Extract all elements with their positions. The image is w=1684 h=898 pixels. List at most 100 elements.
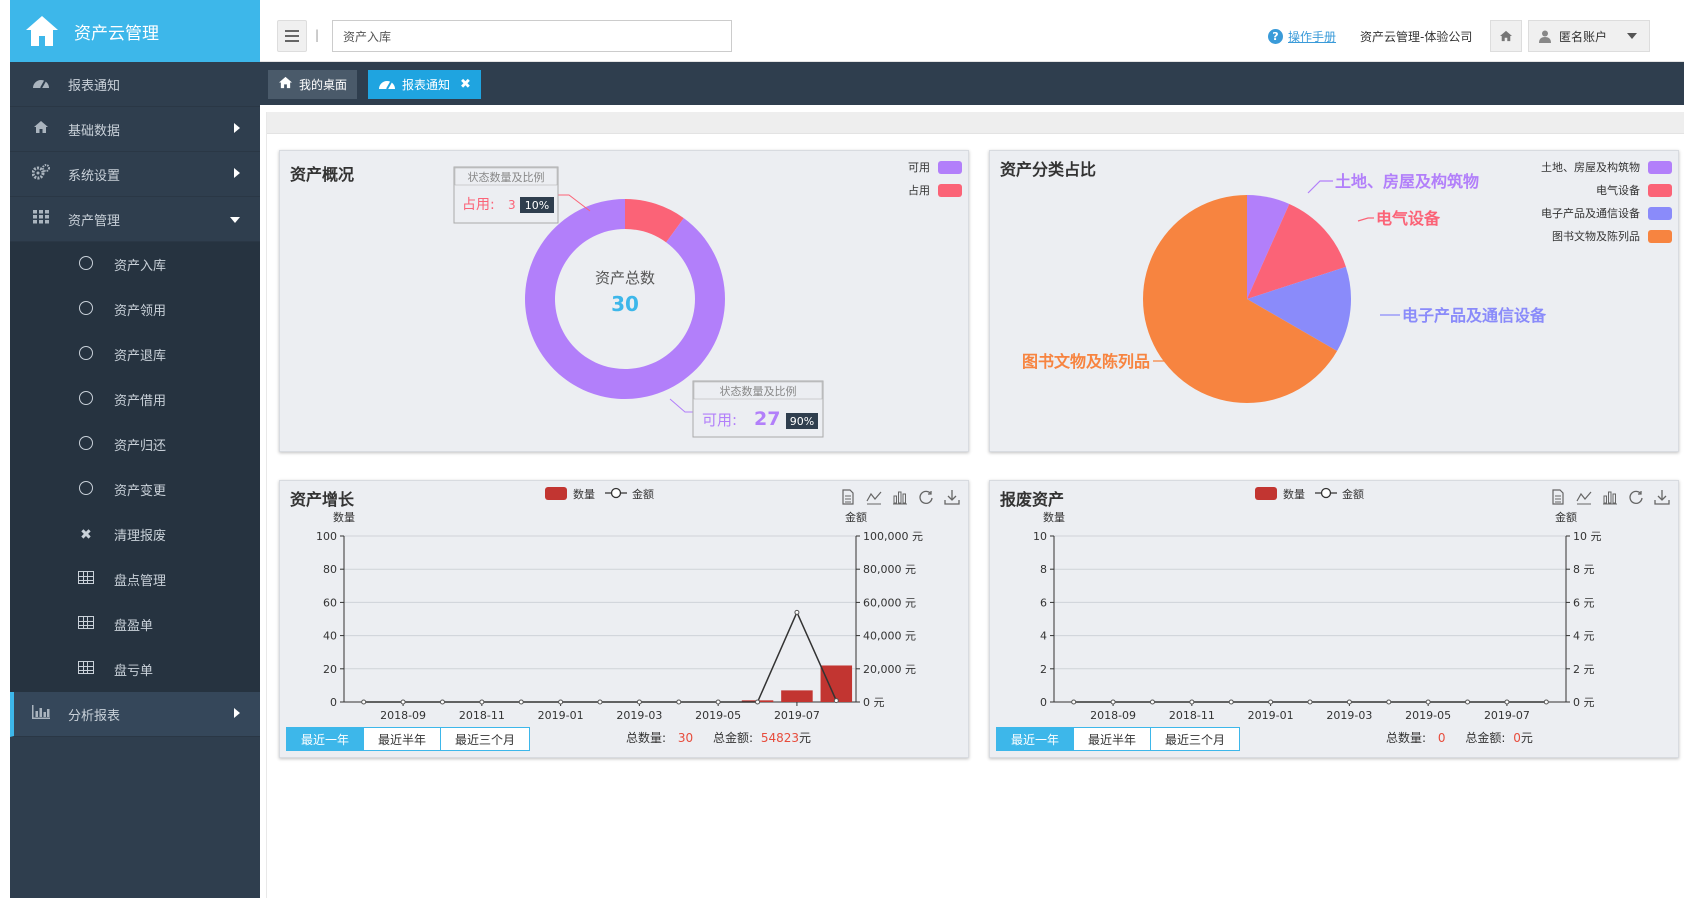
logo[interactable]: 资产云管理 (10, 0, 260, 62)
line-point-amount[interactable] (361, 699, 367, 705)
line-point-amount[interactable] (1228, 699, 1234, 705)
legend-label[interactable]: 电子产品及通信设备 (1541, 206, 1640, 220)
y-left-tick-label: 0 (330, 696, 337, 709)
refresh-icon[interactable] (918, 489, 934, 505)
data-view-icon[interactable] (1550, 489, 1566, 505)
line-point-amount[interactable] (597, 699, 603, 705)
sidebar-item-asset-management[interactable]: 资产管理 (10, 197, 260, 242)
y-left-title: 数量 (333, 511, 355, 524)
legend-label-qty[interactable]: 数量 (1283, 488, 1305, 501)
line-point-amount[interactable] (1189, 699, 1195, 705)
tab-my-desktop[interactable]: 我的桌面 (268, 70, 358, 99)
submenu-item-asset-in[interactable]: 资产入库 (10, 242, 260, 287)
app-title: 资产云管理 (74, 23, 159, 44)
line-point-amount[interactable] (1149, 699, 1155, 705)
sidebar-item-analysis-report[interactable]: 分析报表 (10, 692, 260, 737)
line-point-amount[interactable] (794, 609, 800, 615)
submenu-item-asset-return-stock[interactable]: 资产退库 (10, 332, 260, 377)
range-last-year-button[interactable]: 最近一年 (286, 727, 365, 751)
line-point-amount[interactable] (1543, 699, 1549, 705)
submenu-item-asset-change[interactable]: 资产变更 (10, 467, 260, 512)
legend-label-occupied[interactable]: 占用 (908, 183, 930, 197)
submenu-item-inventory[interactable]: 盘点管理 (10, 557, 260, 602)
submenu-item-asset-giveback[interactable]: 资产归还 (10, 422, 260, 467)
close-icon[interactable]: ✖ (460, 77, 471, 92)
question-icon: ? (1268, 29, 1283, 44)
submenu-item-asset-borrow[interactable]: 资产借用 (10, 377, 260, 422)
legend-label[interactable]: 电气设备 (1596, 183, 1640, 197)
line-point-amount[interactable] (715, 699, 721, 705)
sidebar-item-report-notice[interactable]: 报表通知 (10, 62, 260, 107)
y-right-tick-label: 80,000 元 (863, 563, 916, 576)
data-view-icon[interactable] (840, 489, 856, 505)
line-chart-switch-icon[interactable] (1576, 489, 1592, 505)
help-manual-link[interactable]: ? 操作手册 (1268, 28, 1336, 45)
line-point-amount[interactable] (518, 699, 524, 705)
line-point-amount[interactable] (833, 698, 839, 704)
search-input[interactable] (332, 20, 732, 52)
bar-qty[interactable] (820, 665, 853, 702)
submenu-item-inventory-loss[interactable]: 盘亏单 (10, 647, 260, 692)
tab-bar: 我的桌面 报表通知 ✖ (260, 62, 1684, 105)
legend-label[interactable]: 图书文物及陈列品 (1552, 229, 1640, 243)
range-last-half-year-button[interactable]: 最近半年 (1074, 727, 1152, 751)
line-point-amount[interactable] (755, 699, 761, 705)
caret-down-icon (1627, 33, 1637, 39)
legend-label-amt[interactable]: 金额 (1342, 487, 1364, 501)
line-point-amount[interactable] (558, 699, 564, 705)
line-point-amount[interactable] (1504, 699, 1510, 705)
app-root: 资产云管理 报表通知 基础数据 系统设置 资产管理 资产入库 资产领用 资产退库… (0, 0, 1684, 898)
sidebar-item-basic-data[interactable]: 基础数据 (10, 107, 260, 152)
circle-icon (76, 435, 96, 454)
y-right-tick-label: 4 元 (1573, 630, 1595, 643)
legend-label-amt[interactable]: 金额 (632, 487, 654, 501)
y-left-tick-label: 100 (316, 530, 337, 543)
range-last-three-months-button[interactable]: 最近三个月 (1151, 727, 1241, 751)
leader-line-available (669, 398, 695, 413)
range-button-group: 最近一年 最近半年 最近三个月 (996, 727, 1241, 751)
bar-chart-switch-icon[interactable] (892, 489, 908, 505)
line-point-amount[interactable] (1307, 699, 1313, 705)
line-point-amount[interactable] (1425, 699, 1431, 705)
line-chart-switch-icon[interactable] (866, 489, 882, 505)
x-tick-label: 2019-07 (774, 709, 820, 722)
range-last-three-months-button[interactable]: 最近三个月 (441, 727, 531, 751)
submenu-item-inventory-surplus[interactable]: 盘盈单 (10, 602, 260, 647)
user-icon (1539, 30, 1551, 43)
bar-chart-switch-icon[interactable] (1602, 489, 1618, 505)
range-button-group: 最近一年 最近半年 最近三个月 (286, 727, 531, 751)
line-point-amount[interactable] (439, 699, 445, 705)
submenu-item-scrap[interactable]: ✖ 清理报废 (10, 512, 260, 557)
submenu-item-asset-receive[interactable]: 资产领用 (10, 287, 260, 332)
menu-toggle-button[interactable] (277, 20, 307, 52)
range-last-year-button[interactable]: 最近一年 (996, 727, 1075, 751)
legend-label-qty[interactable]: 数量 (573, 488, 595, 501)
line-point-amount[interactable] (479, 699, 485, 705)
legend-label[interactable]: 土地、房屋及构筑物 (1541, 160, 1640, 174)
line-point-amount[interactable] (1465, 699, 1471, 705)
submenu-label: 资产借用 (114, 394, 167, 409)
y-right-tick-label: 20,000 元 (863, 663, 916, 676)
account-dropdown[interactable]: 匿名账户 (1528, 20, 1650, 52)
line-point-amount[interactable] (1346, 699, 1352, 705)
sidebar-item-system-settings[interactable]: 系统设置 (10, 152, 260, 197)
legend-label-available[interactable]: 可用 (908, 161, 930, 174)
line-point-amount[interactable] (400, 699, 406, 705)
tab-report-notice[interactable]: 报表通知 ✖ (368, 70, 481, 99)
y-left-tick-label: 60 (323, 596, 337, 609)
submenu-label: 盘盈单 (114, 619, 154, 634)
line-point-amount[interactable] (1071, 699, 1077, 705)
download-icon[interactable] (1654, 489, 1670, 505)
line-point-amount[interactable] (1386, 699, 1392, 705)
line-point-amount[interactable] (676, 699, 682, 705)
help-label: 操作手册 (1288, 30, 1337, 44)
bar-qty[interactable] (781, 690, 813, 702)
range-last-half-year-button[interactable]: 最近半年 (364, 727, 442, 751)
line-point-amount[interactable] (636, 699, 642, 705)
line-point-amount[interactable] (1110, 699, 1116, 705)
home-button[interactable] (1490, 20, 1522, 52)
y-left-title: 数量 (1043, 511, 1065, 524)
download-icon[interactable] (944, 489, 960, 505)
line-point-amount[interactable] (1268, 699, 1274, 705)
refresh-icon[interactable] (1628, 489, 1644, 505)
